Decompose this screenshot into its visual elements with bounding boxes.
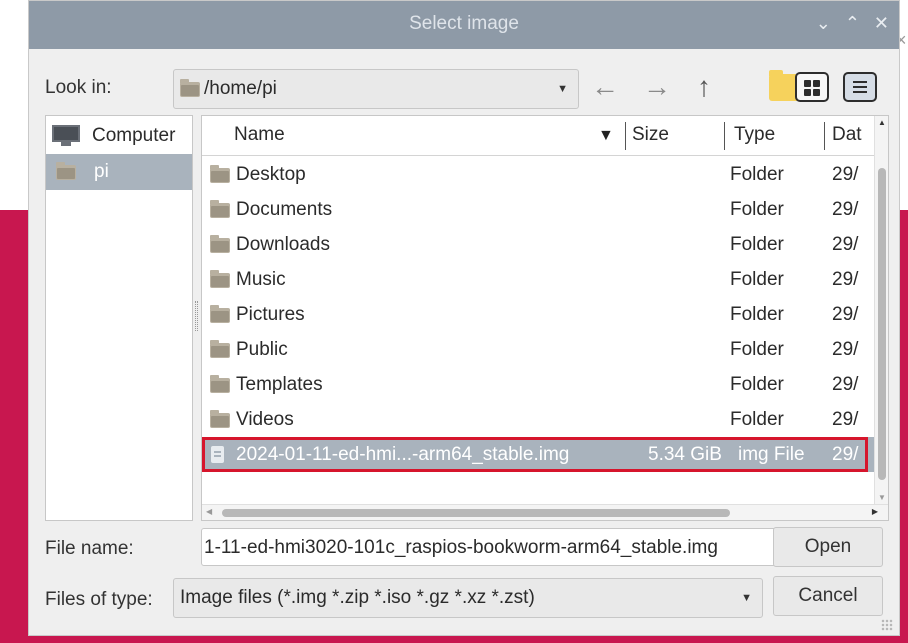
- horizontal-scroll-thumb[interactable]: [222, 509, 730, 517]
- column-header-name[interactable]: Name: [234, 124, 285, 146]
- file-name-input[interactable]: 1-11-ed-hmi3020-101c_raspios-bookworm-ar…: [201, 528, 791, 566]
- list-item[interactable]: Music Folder 29/: [202, 262, 874, 297]
- sidebar-item-computer[interactable]: Computer: [46, 118, 192, 154]
- column-header-type[interactable]: Type: [734, 124, 775, 146]
- list-header: Name ▼ Size Type Dat: [202, 116, 874, 156]
- look-in-value: /home/pi: [204, 78, 277, 99]
- titlebar[interactable]: Select image ⌄ ⌃ ✕: [29, 1, 899, 49]
- column-header-size[interactable]: Size: [632, 124, 669, 146]
- detail-view-button[interactable]: [843, 72, 877, 102]
- scroll-down-icon[interactable]: ▼: [878, 493, 886, 502]
- list-item[interactable]: Videos Folder 29/: [202, 402, 874, 437]
- file-type-combo[interactable]: Image files (*.img *.zip *.iso *.gz *.xz…: [173, 578, 763, 618]
- folder-icon: [210, 375, 230, 393]
- folder-icon: [210, 410, 230, 428]
- list-item[interactable]: Documents Folder 29/: [202, 192, 874, 227]
- cancel-button[interactable]: Cancel: [773, 576, 883, 616]
- scroll-right-icon[interactable]: ▶: [872, 507, 878, 516]
- folder-icon: [210, 270, 230, 288]
- file-dialog: Select image ⌄ ⌃ ✕ Look in: /home/pi ▼ ←…: [28, 0, 900, 636]
- folder-icon: [56, 161, 76, 180]
- list-item[interactable]: Desktop Folder 29/: [202, 157, 874, 192]
- back-button[interactable]: ←: [591, 73, 619, 101]
- file-name-label: File name:: [45, 538, 134, 559]
- computer-icon: [52, 125, 80, 147]
- vertical-scrollbar[interactable]: ▲ ▼: [874, 116, 888, 506]
- file-list: Name ▼ Size Type Dat Desktop Folder 29/ …: [201, 115, 889, 521]
- list-item-selected[interactable]: 2024-01-11-ed-hmi...-arm64_stable.img 5.…: [202, 437, 874, 472]
- resize-grip-icon[interactable]: [881, 619, 893, 631]
- list-item[interactable]: Public Folder 29/: [202, 332, 874, 367]
- folder-icon: [210, 235, 230, 253]
- close-icon[interactable]: ✕: [874, 13, 889, 34]
- sidebar-item-label: pi: [94, 161, 109, 182]
- minimize-icon[interactable]: ⌄: [816, 13, 831, 34]
- file-type-value: Image files (*.img *.zip *.iso *.gz *.xz…: [180, 587, 535, 608]
- dropdown-arrow-icon: ▼: [741, 592, 752, 604]
- list-item[interactable]: Templates Folder 29/: [202, 367, 874, 402]
- folder-icon: [210, 165, 230, 183]
- vertical-scroll-thumb[interactable]: [878, 168, 886, 480]
- folder-icon: [210, 305, 230, 323]
- maximize-icon[interactable]: ⌃: [845, 13, 860, 34]
- sidebar-item-label: Computer: [92, 125, 176, 146]
- splitter-handle[interactable]: [195, 301, 198, 331]
- sidebar: Computer pi: [45, 115, 193, 521]
- list-view-icon: [853, 81, 867, 83]
- parent-folder-button[interactable]: ↑: [697, 73, 711, 101]
- dropdown-arrow-icon: ▼: [557, 83, 568, 95]
- sidebar-item-pi[interactable]: pi: [46, 154, 192, 190]
- folder-icon: [210, 340, 230, 358]
- horizontal-scrollbar[interactable]: ◀ ▶: [202, 504, 888, 520]
- scroll-left-icon[interactable]: ◀: [206, 507, 212, 516]
- window-controls: ⌄ ⌃ ✕: [816, 13, 889, 34]
- list-item[interactable]: Pictures Folder 29/: [202, 297, 874, 332]
- look-in-label: Look in:: [45, 77, 112, 98]
- forward-button[interactable]: →: [643, 73, 671, 101]
- folder-icon: [210, 200, 230, 218]
- dialog-title: Select image: [409, 13, 519, 34]
- grid-view-icon: [804, 80, 811, 87]
- files-of-type-label: Files of type:: [45, 589, 153, 610]
- sort-descending-icon: ▼: [598, 127, 614, 144]
- look-in-combo[interactable]: /home/pi ▼: [173, 69, 579, 109]
- open-button[interactable]: Open: [773, 527, 883, 567]
- scroll-up-icon[interactable]: ▲: [878, 118, 886, 127]
- list-item[interactable]: Downloads Folder 29/: [202, 227, 874, 262]
- column-header-date[interactable]: Dat: [832, 124, 862, 146]
- icon-view-button[interactable]: [795, 72, 829, 102]
- folder-icon: [180, 78, 200, 97]
- file-icon: [211, 446, 224, 463]
